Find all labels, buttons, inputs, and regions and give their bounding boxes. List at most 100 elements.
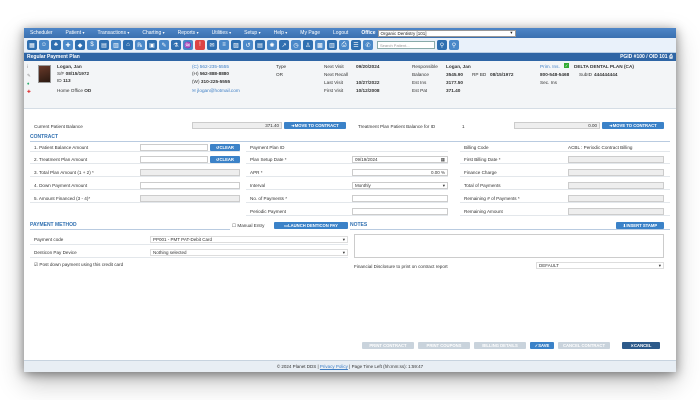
info-icon[interactable]: i [27, 64, 28, 69]
phone-icon[interactable]: ✆ [363, 40, 373, 50]
privacy-policy-link[interactable]: Privacy Policy [320, 364, 348, 369]
patient-name[interactable]: Logan, Jan [57, 64, 82, 69]
forms-icon[interactable]: ▤ [255, 40, 265, 50]
insurance-icon[interactable]: ▤ [99, 40, 109, 50]
search-icon[interactable]: ⚲ [449, 40, 459, 50]
messages-icon[interactable]: ✉ [207, 40, 217, 50]
graph-icon[interactable]: ↗ [279, 40, 289, 50]
clear-treatment-plan-button[interactable]: ↺ CLEAR [210, 156, 240, 163]
xray-icon[interactable]: ▩ [315, 40, 325, 50]
eligibility-check-icon[interactable]: ✓ [564, 63, 569, 68]
apr-input[interactable]: 0.00 % [352, 169, 448, 176]
financial-disclosure-label: Financial Disclosure to print on contrac… [354, 264, 448, 269]
responsible-value[interactable]: Logan, Jan [446, 64, 471, 69]
advanced-search-icon[interactable]: ⚲ [437, 40, 447, 50]
tooth-icon[interactable]: ♙ [303, 40, 313, 50]
menu-help[interactable]: Help ▾ [274, 30, 288, 36]
pay-device-label: Denticon Pay Device [34, 250, 77, 255]
sex-label: S/F [57, 71, 65, 76]
periodic-payment-input[interactable] [352, 208, 448, 215]
printer-icon[interactable]: ⎙ [669, 54, 673, 60]
no-of-payments-input[interactable] [352, 195, 448, 202]
prescription-icon[interactable]: ℞ [135, 40, 145, 50]
total-plan-amount-label: 3. Total Plan Amount (1 + 2) * [34, 170, 94, 175]
prim-ins-value[interactable]: DELTA DENTAL PLAN (CA) [574, 64, 634, 69]
claims-icon[interactable]: ▥ [111, 40, 121, 50]
total-plan-amount-input[interactable] [140, 169, 240, 176]
recall-icon[interactable]: ↺ [243, 40, 253, 50]
patient-icon[interactable]: ☺ [39, 40, 49, 50]
sun-icon[interactable]: ✺ [267, 40, 277, 50]
remaining-payments-value [568, 195, 664, 202]
notes-icon[interactable]: ≡ [219, 40, 229, 50]
billing-details-button[interactable]: BILLING DETAILS [474, 342, 526, 349]
plan-setup-date-input[interactable]: 09/19/2024 ▦ [352, 156, 448, 163]
prim-ins-phone: 800-548-5468 [540, 72, 570, 77]
print-contract-button[interactable]: PRINT CONTRACT [362, 342, 414, 349]
cancel-button[interactable]: ✕ CANCEL [622, 342, 660, 349]
patient-email[interactable]: ✉ jlogan@hotmail.com [192, 88, 240, 94]
menu-reports[interactable]: Reports ▾ [178, 30, 199, 36]
chevron-down-icon: ▾ [510, 30, 513, 35]
manual-entry-label: Manual Entry [237, 223, 265, 228]
launch-denticon-pay-button[interactable]: ▭ LAUNCH DENTICON PAY [274, 222, 348, 229]
patient-balance-amount-input[interactable] [140, 144, 208, 151]
type-label: Type [276, 64, 287, 69]
alert-icon[interactable]: ! [195, 40, 205, 50]
amount-financed-input[interactable] [140, 195, 240, 202]
down-payment-input[interactable] [140, 182, 240, 189]
ledger-icon[interactable]: $ [87, 40, 97, 50]
first-billing-date-input[interactable] [568, 156, 664, 163]
menu-setup[interactable]: Setup ▾ [244, 30, 260, 36]
image-icon[interactable]: ▨ [231, 40, 241, 50]
payment-icon[interactable]: ⌂ [123, 40, 133, 50]
lab-icon[interactable]: ⚗ [171, 40, 181, 50]
menu-my-page[interactable]: My Page [300, 30, 320, 36]
family-icon[interactable]: ♣ [51, 40, 61, 50]
interval-select[interactable]: Monthly ▾ [352, 182, 448, 189]
calendar-icon[interactable]: ▦ [27, 40, 37, 50]
menu-utilities[interactable]: Utilities ▾ [212, 30, 232, 36]
tag-icon[interactable]: ◆ [75, 40, 85, 50]
print-icon[interactable]: ⎙ [339, 40, 349, 50]
calendar-icon[interactable]: ▦ [441, 157, 445, 162]
menu-patient[interactable]: Patient ▾ [66, 30, 85, 36]
menu-logout[interactable]: Logout [333, 30, 348, 36]
phone-cell[interactable]: (C) 562-235-5555 [192, 64, 229, 69]
perio-icon[interactable]: ♒ [183, 40, 193, 50]
cancel-contract-button[interactable]: CANCEL CONTRACT [558, 342, 610, 349]
notes-textarea[interactable] [354, 234, 664, 258]
treatment-balance-value: 0.00 [514, 122, 600, 129]
clear-patient-balance-button[interactable]: ↺ CLEAR [210, 144, 240, 151]
pay-device-select[interactable]: Nothing selected ▾ [150, 249, 348, 256]
pin-icon[interactable]: ✎ [27, 73, 31, 79]
menu-help-label: Help [273, 30, 284, 36]
menu-transactions[interactable]: Transactions ▾ [98, 30, 130, 36]
treatment-plan-amount-input[interactable] [140, 156, 208, 163]
insert-stamp-button[interactable]: ⬇ INSERT STAMP [616, 222, 664, 229]
print-coupons-button[interactable]: PRINT COUPONS [418, 342, 470, 349]
menu-charting[interactable]: Charting ▾ [142, 30, 164, 36]
chevron-down-icon: ▾ [442, 182, 445, 188]
patient-search-input[interactable]: Search Patient... [377, 41, 435, 49]
clock-icon[interactable]: ◷ [291, 40, 301, 50]
office-select[interactable]: Organic Dentistry [101] ▾ [377, 29, 516, 37]
medical-alert-icon[interactable]: ✚ [27, 89, 31, 95]
chart-icon[interactable]: ✚ [63, 40, 73, 50]
billing-code-value[interactable]: ACBL : Periodic Contract Billing [568, 145, 632, 150]
payment-code-select[interactable]: PP001 - PMT PAT-Debit Card ▾ [150, 236, 348, 243]
edit-icon[interactable]: ✎ [159, 40, 169, 50]
list-icon[interactable]: ☰ [351, 40, 361, 50]
no-of-payments-label: No. of Payments * [250, 196, 288, 201]
document-icon[interactable]: ▣ [147, 40, 157, 50]
manual-entry-checkbox[interactable]: ☐ Manual Entry [232, 223, 264, 229]
save-button[interactable]: ✓ SAVE [530, 342, 554, 349]
financial-disclosure-select[interactable]: DEFAULT ▾ [536, 262, 664, 269]
menu-scheduler[interactable]: Scheduler [30, 30, 53, 36]
next-visit-label: Next Visit [324, 64, 344, 69]
move-current-to-contract-button[interactable]: ➜ MOVE TO CONTRACT [284, 122, 346, 129]
teeth-chart-icon[interactable]: ▥ [327, 40, 337, 50]
move-treatment-to-contract-button[interactable]: ➜ MOVE TO CONTRACT [602, 122, 664, 129]
post-down-payment-checkbox[interactable]: ☑ Post down payment using this credit ca… [34, 262, 123, 268]
checkbox-icon: ☐ [232, 223, 237, 228]
